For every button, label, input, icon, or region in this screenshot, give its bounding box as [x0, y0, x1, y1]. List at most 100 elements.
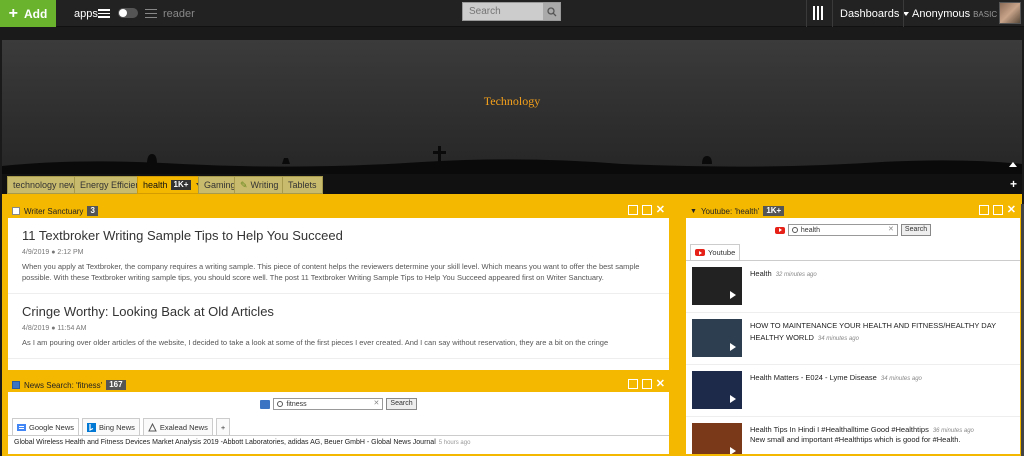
grid-icon[interactable]: [978, 205, 989, 215]
news-title[interactable]: Global Wireless Health and Fitness Devic…: [14, 439, 436, 446]
add-button[interactable]: + Add: [0, 0, 56, 27]
tab-label: Google News: [29, 422, 75, 432]
video-item[interactable]: Health 32 minutes ago: [686, 261, 1020, 313]
news-query: fitness: [286, 400, 307, 408]
article-time: 11:54 AM: [57, 325, 87, 332]
add-label: Add: [24, 6, 48, 21]
tab-label: Writing: [250, 180, 279, 190]
video-description: New small and important #Healthtips whic…: [750, 435, 961, 444]
news-icon: [12, 381, 20, 389]
apps-label[interactable]: apps: [74, 8, 98, 20]
article-date: 4/9/2019: [22, 249, 50, 256]
add-tab-button[interactable]: +: [1010, 177, 1017, 191]
play-icon: [730, 395, 736, 403]
user-plan: BASIC: [973, 10, 998, 19]
grid-icon[interactable]: [627, 379, 638, 389]
dashboards-menu[interactable]: Dashboards: [840, 8, 910, 20]
video-time: 36 minutes ago: [932, 428, 974, 434]
user-menu[interactable]: Anonymous BASIC: [912, 8, 1008, 20]
youtube-query: health: [800, 226, 820, 234]
news-source-icon: [260, 399, 271, 409]
widget-controls: ✕: [627, 205, 665, 216]
youtube-icon: [695, 249, 705, 256]
article-item[interactable]: Cringe Worthy: Looking Back at Old Artic…: [8, 294, 669, 359]
search-icon: [277, 401, 284, 407]
graveyard-silhouette: [2, 146, 1022, 174]
tab-google-news[interactable]: Google News: [12, 418, 80, 435]
collapse-icon[interactable]: ▼: [690, 208, 697, 215]
tab-youtube[interactable]: Youtube: [690, 244, 741, 260]
widget-header[interactable]: ▼ Youtube: 'health' 1K+ ✕: [686, 204, 1020, 218]
youtube-search-input[interactable]: health ✕: [787, 224, 898, 236]
add-source-tab[interactable]: +: [215, 418, 231, 435]
video-thumbnail[interactable]: [692, 423, 742, 454]
news-source-tabs: Google News Bing News Exalead News +: [8, 412, 669, 436]
widget-controls: ✕: [978, 205, 1016, 216]
article-item[interactable]: 11 Textbroker Writing Sample Tips to Hel…: [8, 218, 669, 294]
video-item[interactable]: HOW TO MAINTENANCE YOUR HEALTH AND FITNE…: [686, 313, 1020, 365]
writer-sanctuary-widget: Writer Sanctuary 3 ✕ 11 Textbroker Writi…: [6, 202, 671, 372]
bing-icon: [87, 422, 97, 432]
tab-writing[interactable]: ✎ Writing: [234, 176, 285, 194]
add-tab-label: +: [220, 422, 226, 432]
divider: [806, 0, 807, 27]
resize-icon[interactable]: [641, 379, 652, 389]
settings-sliders-icon[interactable]: [813, 6, 825, 20]
count-badge: 1K+: [763, 206, 785, 216]
video-time: 34 minutes ago: [817, 336, 859, 342]
reader-icon[interactable]: [145, 9, 157, 18]
news-item[interactable]: Global Wireless Health and Fitness Devic…: [8, 436, 669, 449]
widget-header[interactable]: News Search: 'fitness' 167 ✕: [8, 378, 669, 392]
video-title[interactable]: Health: [750, 269, 772, 278]
collapse-up-icon[interactable]: [1009, 162, 1017, 167]
reader-label[interactable]: reader: [163, 8, 195, 20]
clear-icon[interactable]: ✕: [888, 225, 894, 233]
widget-controls: ✕: [627, 379, 665, 390]
count-badge: 167: [106, 380, 126, 390]
youtube-search-button[interactable]: Search: [900, 224, 932, 236]
video-thumbnail[interactable]: [692, 319, 742, 357]
video-time: 32 minutes ago: [775, 272, 817, 278]
plus-icon: +: [8, 4, 18, 22]
close-icon[interactable]: ✕: [1007, 205, 1016, 216]
search-input[interactable]: [463, 3, 543, 20]
tab-label: Exalead News: [159, 422, 208, 432]
video-item[interactable]: Health Matters - E024 - Lyme Disease 34 m…: [686, 365, 1020, 417]
tab-exalead-news[interactable]: Exalead News: [142, 418, 213, 435]
video-title[interactable]: Health Tips In Hindi I #Healthalltime Go…: [750, 425, 929, 434]
resize-icon[interactable]: [992, 205, 1003, 215]
play-icon: [730, 447, 736, 454]
tab-tablets[interactable]: Tablets: [282, 176, 323, 194]
article-title[interactable]: Cringe Worthy: Looking Back at Old Artic…: [22, 294, 655, 319]
close-icon[interactable]: ✕: [656, 205, 665, 216]
news-search-input[interactable]: fitness ✕: [273, 398, 384, 410]
dashboard-banner: Technology: [2, 40, 1022, 174]
article-title[interactable]: 11 Textbroker Writing Sample Tips to Hel…: [22, 218, 655, 243]
clear-icon[interactable]: ✕: [374, 399, 380, 407]
tab-label: health: [143, 180, 168, 190]
divider: [832, 0, 833, 27]
tab-bing-news[interactable]: Bing News: [82, 418, 140, 435]
grid-icon[interactable]: [627, 205, 638, 215]
search-button[interactable]: [543, 3, 560, 20]
widget-header[interactable]: Writer Sanctuary 3 ✕: [8, 204, 669, 218]
play-icon: [730, 343, 736, 351]
tab-label: technology news: [13, 180, 81, 190]
video-title[interactable]: Health Matters - E024 - Lyme Disease: [750, 373, 877, 382]
video-thumbnail[interactable]: [692, 267, 742, 305]
widget-title: Youtube: 'health': [700, 206, 760, 216]
search-icon: [791, 227, 798, 233]
apps-grid-icon[interactable]: [98, 9, 110, 18]
youtube-tabs: Youtube: [686, 238, 1020, 261]
article-body: When you apply at Textbroker, the compan…: [22, 262, 640, 282]
article-body: As I am pouring over older articles of t…: [22, 338, 609, 347]
close-icon[interactable]: ✕: [656, 379, 665, 390]
resize-icon[interactable]: [641, 205, 652, 215]
avatar[interactable]: [999, 2, 1021, 24]
news-search-button[interactable]: Search: [386, 398, 417, 410]
view-toggle[interactable]: [118, 8, 138, 18]
youtube-icon: [774, 226, 785, 234]
video-thumbnail[interactable]: [692, 371, 742, 409]
video-title[interactable]: HOW TO MAINTENANCE YOUR HEALTH AND FITNE…: [750, 321, 996, 342]
video-item[interactable]: Health Tips In Hindi I #Healthalltime Go…: [686, 417, 1020, 454]
